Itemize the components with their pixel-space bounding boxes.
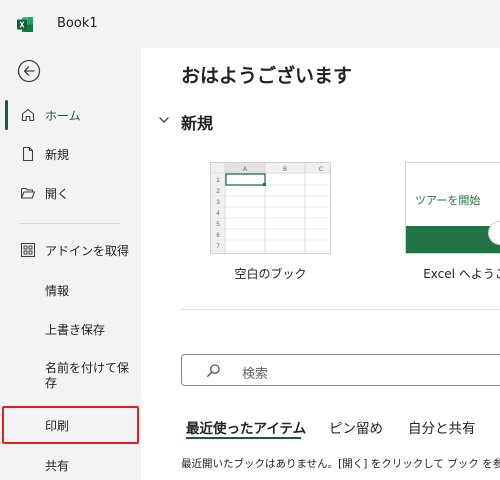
search-input[interactable]: 検索	[181, 354, 500, 386]
welcome-tour-thumbnail: ツアーを開始	[405, 162, 500, 254]
back-arrow-icon[interactable]	[17, 59, 41, 83]
new-section-heading: 新規	[181, 114, 214, 133]
template-label: Excel へようこ	[423, 267, 500, 281]
home-icon	[21, 108, 35, 122]
section-divider	[181, 309, 500, 310]
sidebar-divider	[20, 223, 120, 224]
tab-pinned[interactable]: ピン留め	[329, 417, 383, 437]
spreadsheet-grid-icon: A B C 1 2 3 4 5 6 7	[211, 163, 330, 253]
new-document-icon	[22, 146, 34, 162]
chevron-down-icon[interactable]	[158, 114, 170, 126]
tab-shared-with-me[interactable]: 自分と共有	[408, 417, 476, 437]
sidebar-item-label: アドインを取得	[45, 244, 130, 258]
backstage-main: おはようございます 新規 A B C 1 2 3 4 5 6 7 空白のブック …	[141, 48, 500, 480]
sidebar-item-share[interactable]: 共有	[0, 446, 140, 480]
tour-thumb-text: ツアーを開始	[415, 194, 481, 207]
sidebar-item-label: 共有	[45, 459, 70, 473]
welcome-tour-template[interactable]: ツアーを開始 Excel へようこ	[405, 162, 500, 282]
excel-logo-icon	[17, 17, 33, 32]
sidebar-item-label: 開く	[45, 187, 70, 201]
sidebar-item-new[interactable]: 新規	[0, 135, 140, 173]
sidebar-item-label: 名前を付けて保存	[45, 361, 130, 390]
blank-workbook-thumbnail: A B C 1 2 3 4 5 6 7	[210, 162, 331, 254]
search-icon	[207, 364, 220, 377]
backstage-sidebar: ホーム 新規 開く アドインを取得 情報 上書き保存 名前を付けて保存 印刷 共…	[0, 48, 140, 480]
svg-text:C: C	[319, 167, 324, 173]
tour-green-band	[406, 226, 500, 253]
sidebar-item-save[interactable]: 上書き保存	[0, 310, 140, 348]
active-indicator	[5, 100, 8, 130]
sidebar-item-home[interactable]: ホーム	[0, 96, 140, 134]
sidebar-item-label: 上書き保存	[45, 323, 106, 337]
add-ins-grid-icon	[20, 242, 36, 258]
blank-workbook-template[interactable]: A B C 1 2 3 4 5 6 7 空白のブック	[210, 162, 331, 282]
active-tab-underline	[186, 437, 301, 439]
print-highlight-box	[2, 406, 139, 444]
document-title: Book1	[57, 16, 98, 31]
template-label: 空白のブック	[234, 267, 307, 281]
svg-text:A: A	[243, 167, 247, 173]
sidebar-item-label: ホーム	[45, 109, 81, 123]
sidebar-item-save-as[interactable]: 名前を付けて保存	[0, 356, 140, 394]
folder-open-icon	[20, 187, 36, 199]
sidebar-item-label: 新規	[45, 148, 70, 162]
svg-text:B: B	[283, 167, 287, 173]
greeting-title: おはようございます	[181, 65, 353, 87]
sidebar-item-label: 情報	[45, 284, 70, 298]
sidebar-item-open[interactable]: 開く	[0, 174, 140, 212]
search-placeholder: 検索	[242, 367, 269, 382]
empty-recent-message: 最近開いたブックはありません。[開く] をクリックして ブック を参照しま	[181, 458, 500, 470]
sidebar-item-info[interactable]: 情報	[0, 271, 140, 309]
tab-recent[interactable]: 最近使ったアイテム	[186, 417, 306, 437]
title-bar: Book1	[0, 0, 500, 48]
sidebar-item-get-add-ins[interactable]: アドインを取得	[0, 231, 140, 269]
